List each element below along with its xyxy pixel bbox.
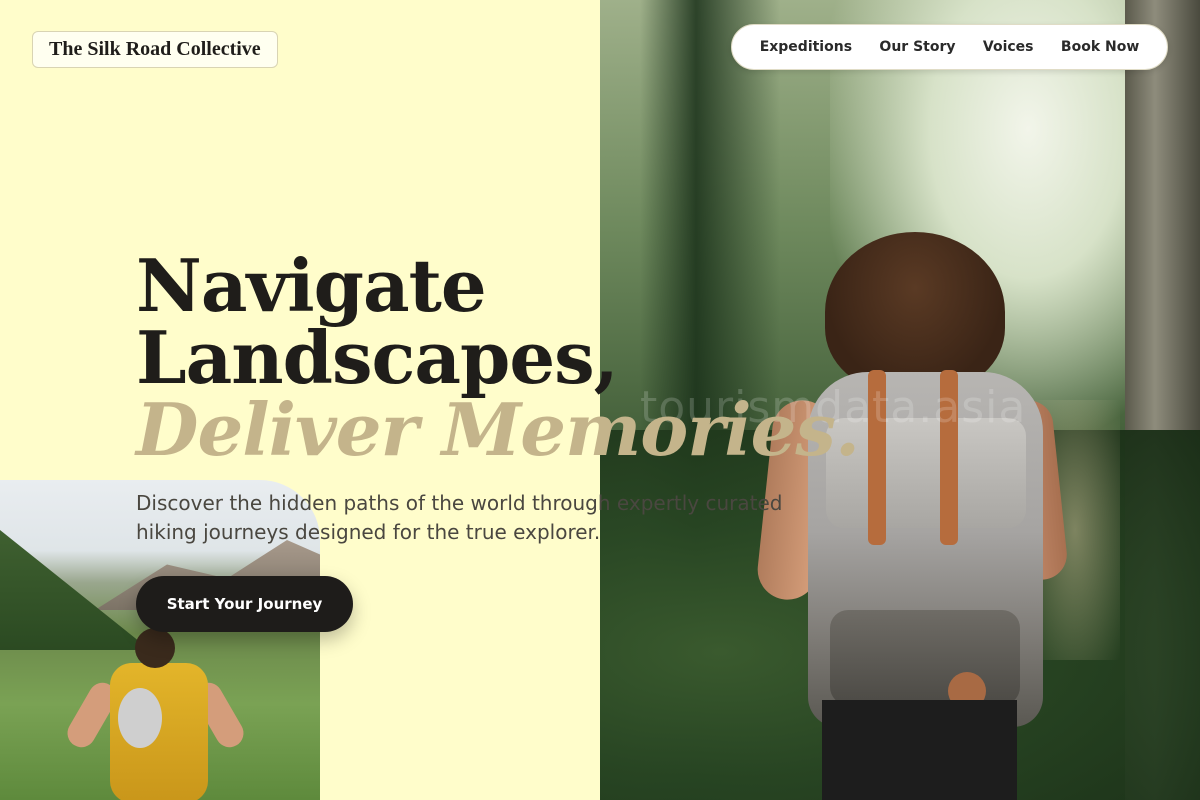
start-journey-button[interactable]: Start Your Journey [136, 576, 353, 632]
brand-logo[interactable]: The Silk Road Collective [32, 31, 278, 68]
nav-expeditions[interactable]: Expeditions [760, 39, 852, 55]
nav-our-story[interactable]: Our Story [879, 39, 955, 55]
headline-line-2: Landscapes, [136, 315, 619, 400]
hero-subhead: Discover the hidden paths of the world t… [136, 491, 783, 544]
backpack-pocket [830, 610, 1020, 705]
headline-accent: Deliver Memories. [136, 387, 860, 472]
nav-voices[interactable]: Voices [983, 39, 1034, 55]
main-nav: Expeditions Our Story Voices Book Now [731, 24, 1168, 70]
hiker-head [135, 628, 175, 668]
nav-book-now[interactable]: Book Now [1061, 39, 1139, 55]
hero-headline: Navigate Landscapes, Deliver Memories. [136, 243, 860, 472]
headline-line-1: Navigate [136, 243, 487, 328]
hiker-legs [822, 700, 1017, 800]
hat [118, 688, 162, 748]
